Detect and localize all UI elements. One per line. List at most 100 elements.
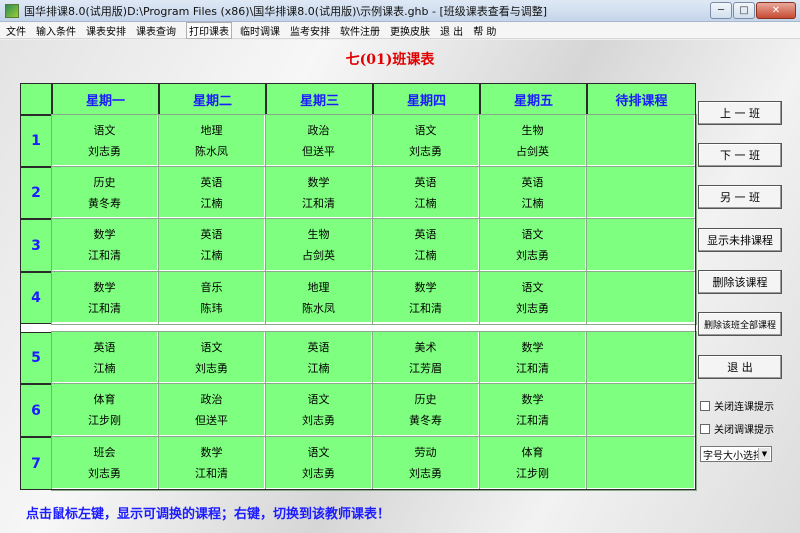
menu-input-conditions[interactable]: 输入条件 bbox=[36, 23, 76, 38]
window-title: 国华排课8.0(试用版)D:\Program Files (x86)\国华排课8… bbox=[24, 4, 548, 18]
font-size-select[interactable]: 字号大小选择 ▼ bbox=[700, 446, 772, 462]
pending-course-cell[interactable] bbox=[586, 271, 697, 325]
schedule-cell[interactable]: 数学 江和清 bbox=[479, 383, 588, 438]
delete-all-courses-button[interactable]: 删除该班全部课程 bbox=[698, 312, 782, 336]
menu-exit[interactable]: 退 出 bbox=[440, 23, 463, 38]
schedule-cell[interactable]: 历史 黄冬寿 bbox=[372, 383, 481, 438]
close-consecutive-hint-checkbox[interactable]: 关闭连课提示 bbox=[700, 398, 774, 413]
prev-class-button[interactable]: 上 一 班 bbox=[698, 101, 782, 125]
course-subject: 英语 bbox=[521, 175, 544, 189]
schedule-cell[interactable]: 数学 江和清 bbox=[372, 271, 481, 325]
course-teacher: 但送平 bbox=[302, 144, 335, 158]
schedule-cell[interactable]: 数学 江和清 bbox=[265, 166, 374, 220]
course-teacher: 江楠 bbox=[307, 361, 330, 375]
app-icon bbox=[5, 3, 19, 18]
menu-help[interactable]: 帮 助 bbox=[473, 23, 496, 38]
schedule-cell[interactable]: 英语 江楠 bbox=[158, 218, 267, 273]
schedule-cell[interactable]: 政治 但送平 bbox=[265, 114, 374, 168]
schedule-cell[interactable]: 语文 刘志勇 bbox=[372, 114, 481, 168]
schedule-cell[interactable]: 数学 江和清 bbox=[51, 271, 160, 325]
schedule-cell[interactable]: 生物 占剑英 bbox=[479, 114, 588, 168]
pending-course-cell[interactable] bbox=[586, 218, 697, 273]
menu-change-skin[interactable]: 更换皮肤 bbox=[390, 23, 430, 38]
pending-course-cell[interactable] bbox=[586, 331, 697, 385]
course-subject: 生物 bbox=[521, 123, 544, 137]
schedule-cell[interactable]: 语文 刘志勇 bbox=[158, 331, 267, 385]
course-teacher: 占剑英 bbox=[516, 144, 549, 158]
schedule-cell[interactable]: 美术 江芳眉 bbox=[372, 331, 481, 385]
chevron-down-icon[interactable]: ▼ bbox=[758, 448, 770, 460]
maximize-button[interactable]: □ bbox=[733, 2, 755, 19]
menu-print-schedule[interactable]: 打印课表 bbox=[186, 21, 232, 39]
menu-temporary-swap[interactable]: 临时调课 bbox=[240, 23, 280, 38]
course-subject: 体育 bbox=[93, 392, 116, 406]
close-button[interactable]: ✕ bbox=[756, 2, 796, 19]
schedule-cell[interactable]: 政治 但送平 bbox=[158, 383, 267, 438]
schedule-cell[interactable]: 劳动 刘志勇 bbox=[372, 436, 481, 491]
minimize-button[interactable]: ─ bbox=[710, 2, 732, 19]
schedule-cell[interactable]: 地理 陈水凤 bbox=[158, 114, 267, 168]
course-teacher: 江和清 bbox=[195, 467, 228, 481]
menu-exam-arrange[interactable]: 监考安排 bbox=[290, 23, 330, 38]
close-swap-hint-checkbox[interactable]: 关闭调课提示 bbox=[700, 421, 774, 436]
schedule-cell[interactable]: 数学 江和清 bbox=[479, 331, 588, 385]
schedule-cell[interactable]: 语文 刘志勇 bbox=[265, 436, 374, 491]
course-teacher: 刘志勇 bbox=[409, 467, 442, 481]
period-number: 1 bbox=[20, 115, 52, 167]
schedule-cell[interactable]: 生物 占剑英 bbox=[265, 218, 374, 273]
course-subject: 英语 bbox=[200, 227, 223, 241]
schedule-cell[interactable]: 地理 陈水凤 bbox=[265, 271, 374, 325]
schedule-cell[interactable]: 英语 江楠 bbox=[372, 166, 481, 220]
pending-course-cell[interactable] bbox=[586, 436, 697, 491]
schedule-cell[interactable]: 语文 刘志勇 bbox=[265, 383, 374, 438]
checkbox-box[interactable] bbox=[700, 423, 710, 434]
pending-course-cell[interactable] bbox=[586, 114, 697, 168]
show-unscheduled-button[interactable]: 显示未排课程 bbox=[698, 228, 782, 252]
font-size-select-value: 字号大小选择 bbox=[703, 450, 763, 462]
menu-register[interactable]: 软件注册 bbox=[340, 23, 380, 38]
course-subject: 数学 bbox=[93, 227, 116, 241]
schedule-cell[interactable]: 英语 江楠 bbox=[51, 331, 160, 385]
pending-course-cell[interactable] bbox=[586, 166, 697, 220]
schedule-cell[interactable]: 英语 江楠 bbox=[372, 218, 481, 273]
course-subject: 地理 bbox=[307, 280, 330, 294]
course-teacher: 刘志勇 bbox=[195, 361, 228, 375]
menu-schedule-arrange[interactable]: 课表安排 bbox=[86, 23, 126, 38]
schedule-cell[interactable]: 体育 江步刚 bbox=[51, 383, 160, 438]
schedule-cell[interactable]: 数学 江和清 bbox=[51, 218, 160, 273]
course-subject: 数学 bbox=[200, 445, 223, 459]
checkbox-box[interactable] bbox=[700, 400, 710, 411]
schedule-cell[interactable]: 数学 江和清 bbox=[158, 436, 267, 491]
schedule-cell[interactable]: 班会 刘志勇 bbox=[51, 436, 160, 491]
exit-button[interactable]: 退 出 bbox=[698, 355, 782, 379]
period-number: 4 bbox=[20, 272, 52, 324]
course-teacher: 占剑英 bbox=[302, 249, 335, 263]
schedule-cell[interactable]: 英语 江楠 bbox=[265, 331, 374, 385]
delete-course-button[interactable]: 删除该课程 bbox=[698, 270, 782, 294]
usage-hint: 点击鼠标左键，显示可调换的课程；右键，切换到该教师课表！ bbox=[26, 507, 391, 522]
pending-course-cell[interactable] bbox=[586, 383, 697, 438]
menu-file[interactable]: 文件 bbox=[6, 23, 26, 38]
schedule-cell[interactable]: 英语 江楠 bbox=[158, 166, 267, 220]
course-teacher: 刘志勇 bbox=[516, 249, 549, 263]
next-class-button[interactable]: 下 一 班 bbox=[698, 143, 782, 167]
course-subject: 美术 bbox=[414, 340, 437, 354]
course-teacher: 刘志勇 bbox=[88, 467, 121, 481]
header-monday: 星期一 bbox=[52, 83, 159, 115]
schedule-cell[interactable]: 音乐 陈玮 bbox=[158, 271, 267, 325]
schedule-cell[interactable]: 体育 江步刚 bbox=[479, 436, 588, 491]
schedule-cell[interactable]: 语文 刘志勇 bbox=[479, 271, 588, 325]
other-class-button[interactable]: 另 一 班 bbox=[698, 185, 782, 209]
schedule-cell[interactable]: 历史 黄冬寿 bbox=[51, 166, 160, 220]
course-teacher: 江芳眉 bbox=[409, 361, 442, 375]
morning-afternoon-divider bbox=[20, 324, 696, 332]
corner-header bbox=[20, 83, 52, 115]
schedule-cell[interactable]: 语文 刘志勇 bbox=[479, 218, 588, 273]
menu-schedule-query[interactable]: 课表查询 bbox=[136, 23, 176, 38]
course-subject: 语文 bbox=[200, 340, 223, 354]
course-subject: 语文 bbox=[521, 227, 544, 241]
course-teacher: 但送平 bbox=[195, 414, 228, 428]
schedule-cell[interactable]: 英语 江楠 bbox=[479, 166, 588, 220]
period-number: 6 bbox=[20, 384, 52, 437]
schedule-cell[interactable]: 语文 刘志勇 bbox=[51, 114, 160, 168]
